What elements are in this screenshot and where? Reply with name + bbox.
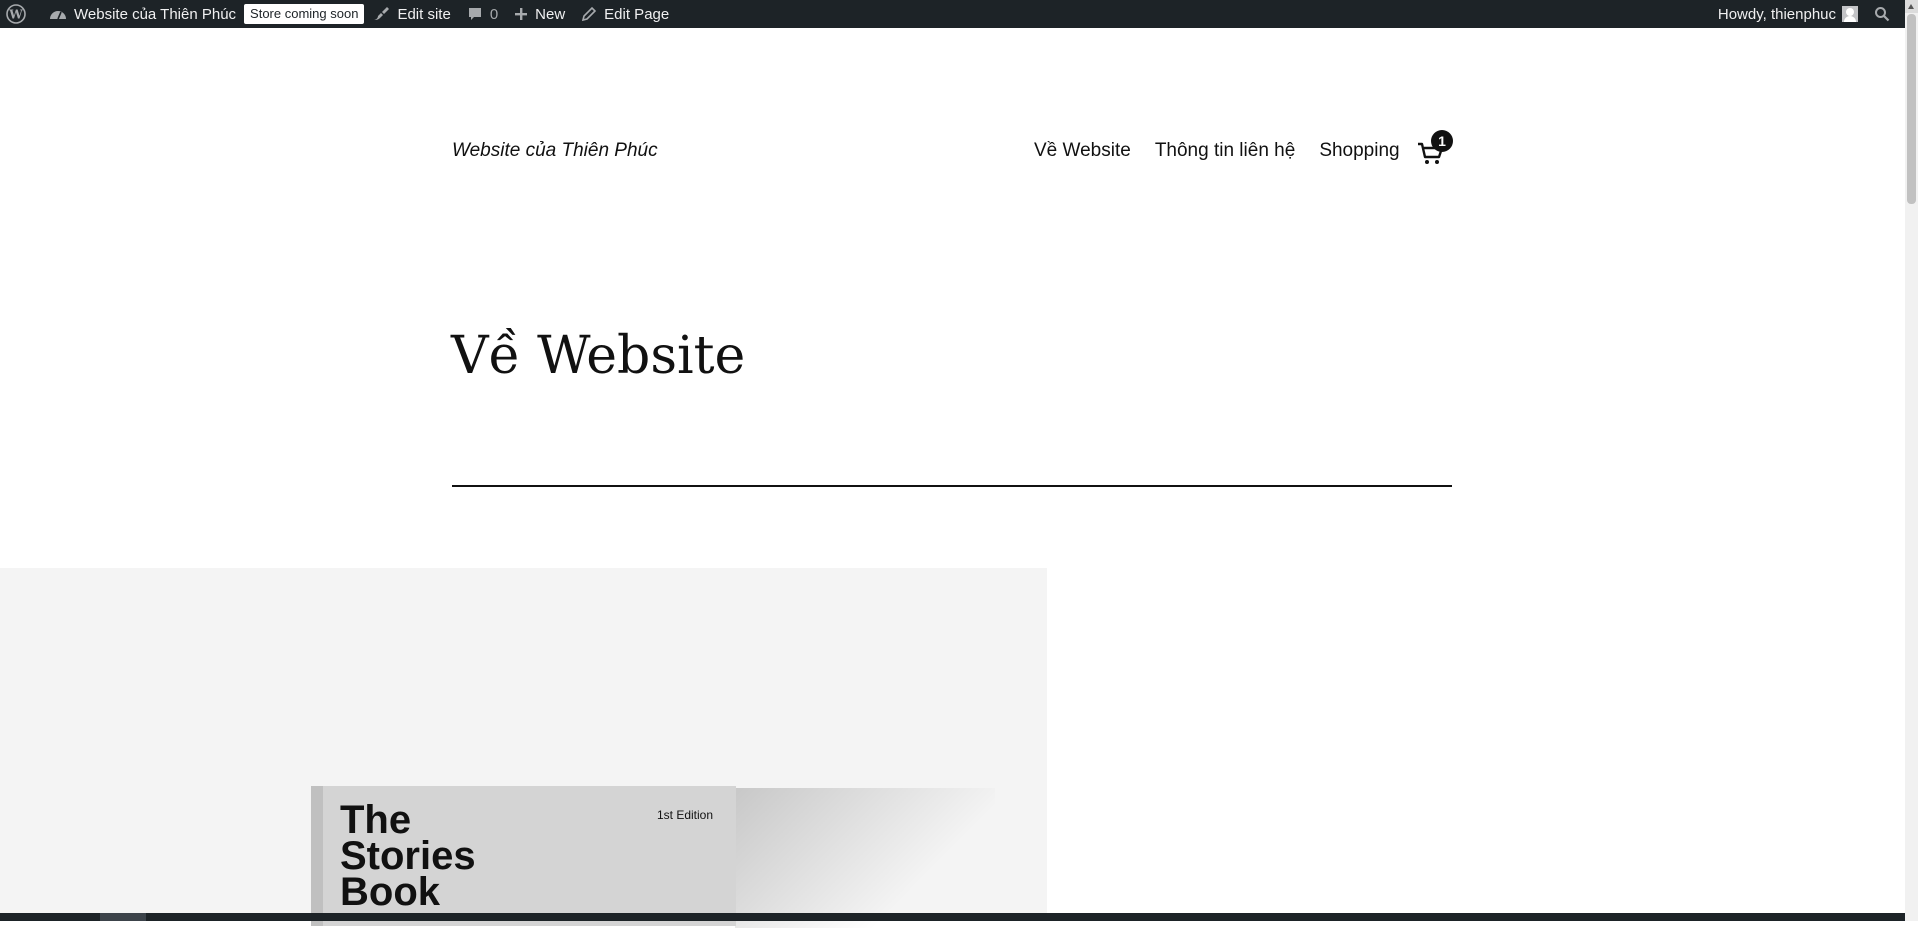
edit-page-link[interactable]: Edit Page xyxy=(573,0,677,28)
new-content-link[interactable]: New xyxy=(506,0,573,28)
store-status-badge[interactable]: Store coming soon xyxy=(244,4,365,24)
scrollbar-thumb-horizontal[interactable] xyxy=(100,913,146,921)
search-icon xyxy=(1875,7,1890,22)
primary-navigation: Về Website Thông tin liên hệ Shopping xyxy=(1034,140,1400,162)
wordpress-logo-icon[interactable]: W xyxy=(0,0,41,28)
dashboard-icon xyxy=(50,11,66,20)
edit-page-label: Edit Page xyxy=(604,5,670,23)
admin-bar-secondary: Howdy, thienphuc xyxy=(1710,0,1918,28)
vertical-scrollbar[interactable] xyxy=(1905,0,1918,921)
cart-count-badge: 1 xyxy=(1431,130,1453,152)
book-shadow xyxy=(735,788,995,928)
site-title-link[interactable]: Website của Thiên Phúc xyxy=(452,140,658,162)
site-name-label: Website của Thiên Phúc xyxy=(74,5,237,23)
brush-icon xyxy=(374,7,390,20)
new-label: New xyxy=(535,5,566,23)
edit-site-link[interactable]: Edit site xyxy=(364,0,458,28)
pencil-icon xyxy=(582,6,597,22)
comment-bubble-icon xyxy=(468,8,481,20)
site-name-link[interactable]: Website của Thiên Phúc xyxy=(41,0,244,28)
bottom-horizontal-scrollbar[interactable] xyxy=(0,913,1905,921)
search-button[interactable] xyxy=(1866,0,1905,28)
plus-icon xyxy=(515,8,528,20)
nav-item-thong-tin-lien-he[interactable]: Thông tin liên hệ xyxy=(1155,140,1296,162)
scroll-up-arrow-icon[interactable] xyxy=(1905,0,1918,13)
svg-text:W: W xyxy=(8,8,23,22)
avatar xyxy=(1842,6,1858,22)
separator xyxy=(452,485,1452,487)
nav-item-ve-website[interactable]: Về Website xyxy=(1034,140,1131,162)
page-title: Về Website xyxy=(451,326,746,386)
book-edition-text: 1st Edition xyxy=(657,808,714,822)
book-title-text: The Stories Book xyxy=(340,798,476,914)
edit-site-label: Edit site xyxy=(397,5,451,23)
howdy-label: Howdy, thienphuc xyxy=(1717,5,1836,23)
user-account-menu[interactable]: Howdy, thienphuc xyxy=(1710,0,1866,28)
comments-count: 0 xyxy=(489,5,499,23)
comments-link[interactable]: 0 xyxy=(459,0,506,28)
scrollbar-thumb[interactable] xyxy=(1907,14,1916,204)
nav-item-shopping[interactable]: Shopping xyxy=(1319,140,1399,162)
admin-bar: W Website của Thiên Phúc Store coming so… xyxy=(0,0,1918,28)
